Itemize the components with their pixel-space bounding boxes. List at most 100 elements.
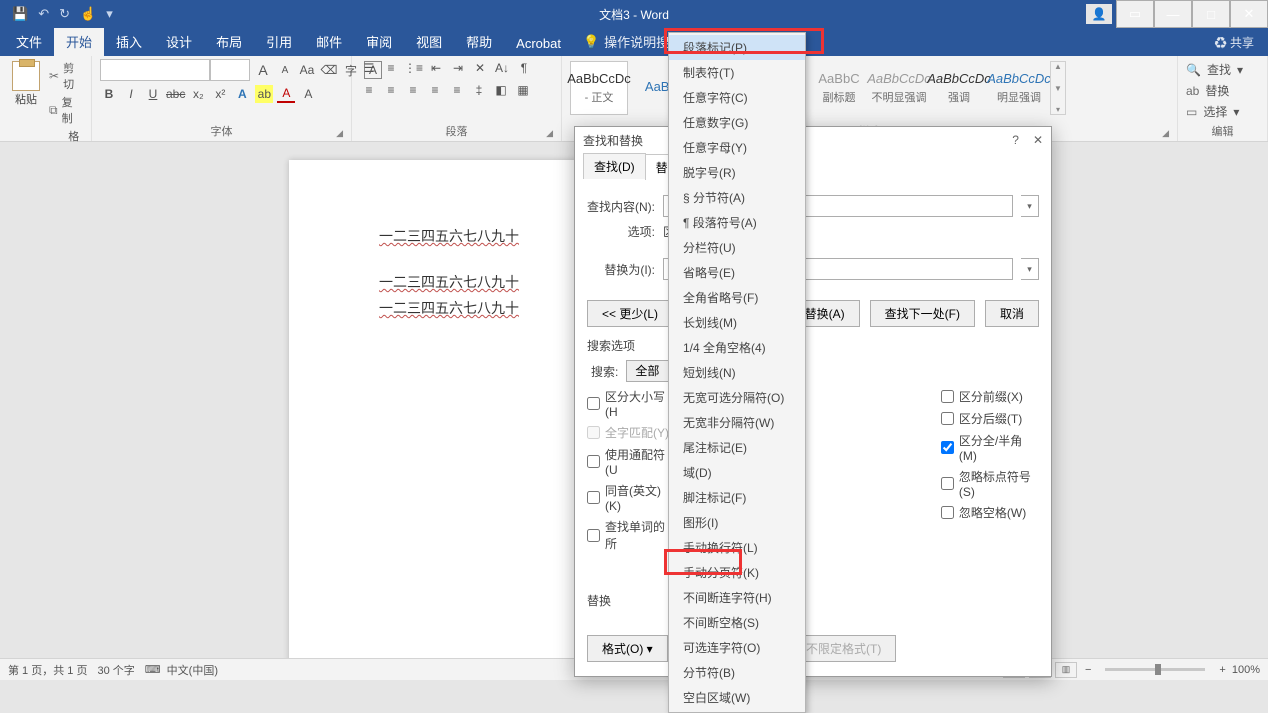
menu-section-char[interactable]: § 分节符(A) bbox=[669, 185, 805, 210]
menu-full-ellipsis[interactable]: 全角省略号(F) bbox=[669, 285, 805, 310]
replace-button[interactable]: ab替换 bbox=[1186, 80, 1259, 101]
dialog-help-button[interactable]: ? bbox=[1012, 133, 1019, 147]
superscript-button[interactable]: x² bbox=[211, 85, 229, 103]
style-normal[interactable]: AaBbCcDc- 正文 bbox=[570, 61, 628, 115]
tab-acrobat[interactable]: Acrobat bbox=[504, 31, 573, 56]
tab-home[interactable]: 开始 bbox=[54, 27, 104, 56]
save-icon[interactable]: 💾 bbox=[12, 6, 28, 22]
maximize-button[interactable]: □ bbox=[1192, 0, 1230, 28]
styles-scroll[interactable]: ▲▼▾ bbox=[1050, 61, 1066, 115]
format-button[interactable]: 格式(O) ▾ bbox=[587, 635, 668, 662]
style-subtitle[interactable]: AaBbC副标题 bbox=[810, 61, 868, 115]
tab-layout[interactable]: 布局 bbox=[204, 27, 254, 56]
ribbon-display-icon[interactable]: ▭ bbox=[1116, 0, 1154, 28]
cut-button[interactable]: ✂剪切 bbox=[49, 59, 83, 93]
tab-file[interactable]: 文件 bbox=[4, 27, 54, 56]
tab-view[interactable]: 视图 bbox=[404, 27, 454, 56]
font-name-combo[interactable] bbox=[100, 59, 250, 81]
menu-nowidth-optional-break[interactable]: 无宽可选分隔符(O) bbox=[669, 385, 805, 410]
chk-all-forms[interactable]: 查找单词的所 bbox=[587, 518, 671, 552]
menu-white-space[interactable]: 空白区域(W) bbox=[669, 685, 805, 710]
decrease-indent-button[interactable]: ⇤ bbox=[427, 59, 445, 77]
highlight-button[interactable]: ab bbox=[255, 85, 273, 103]
style-emphasis[interactable]: AaBbCcDc强调 bbox=[930, 61, 988, 115]
italic-button[interactable]: I bbox=[122, 85, 140, 103]
menu-manual-line-break[interactable]: 手动换行符(L) bbox=[669, 535, 805, 560]
subscript-button[interactable]: x₂ bbox=[189, 85, 207, 103]
chk-suffix[interactable]: 区分后缀(T) bbox=[941, 410, 1039, 427]
select-button[interactable]: ▭选择 ▾ bbox=[1186, 101, 1259, 122]
replace-dropdown-icon[interactable]: ▾ bbox=[1021, 258, 1039, 280]
zoom-in-button[interactable]: + bbox=[1219, 664, 1225, 676]
undo-icon[interactable]: ↶ bbox=[38, 6, 49, 22]
menu-endnote-mark[interactable]: 尾注标记(E) bbox=[669, 435, 805, 460]
zoom-out-button[interactable]: − bbox=[1085, 664, 1091, 676]
chk-wildcards[interactable]: 使用通配符(U bbox=[587, 446, 671, 477]
web-layout-button[interactable]: ▥ bbox=[1055, 662, 1077, 678]
menu-field[interactable]: 域(D) bbox=[669, 460, 805, 485]
char-shading-button[interactable]: A bbox=[299, 85, 317, 103]
qat-customize-icon[interactable]: ▾ bbox=[106, 6, 113, 22]
line-spacing-button[interactable]: ‡ bbox=[470, 81, 488, 99]
tab-help[interactable]: 帮助 bbox=[454, 27, 504, 56]
menu-any-digit[interactable]: 任意数字(G) bbox=[669, 110, 805, 135]
menu-en-dash[interactable]: 短划线(N) bbox=[669, 360, 805, 385]
menu-manual-page-break[interactable]: 手动分页符(K) bbox=[669, 560, 805, 585]
close-button[interactable]: ✕ bbox=[1230, 0, 1268, 28]
cancel-button[interactable]: 取消 bbox=[985, 300, 1039, 327]
tab-references[interactable]: 引用 bbox=[254, 27, 304, 56]
chk-ignore-punct[interactable]: 忽略标点符号(S) bbox=[941, 468, 1039, 499]
shading-button[interactable]: ◧ bbox=[492, 81, 510, 99]
increase-indent-button[interactable]: ⇥ bbox=[449, 59, 467, 77]
styles-launcher-icon[interactable]: ◢ bbox=[1162, 128, 1169, 139]
multilevel-button[interactable]: ⋮≡ bbox=[404, 59, 423, 77]
numbering-button[interactable]: ≡ bbox=[382, 59, 400, 77]
page-status[interactable]: 第 1 页，共 1 页 bbox=[8, 662, 87, 678]
menu-ellipsis[interactable]: 省略号(E) bbox=[669, 260, 805, 285]
dialog-tab-find[interactable]: 查找(D) bbox=[583, 153, 646, 179]
borders-button[interactable]: ▦ bbox=[514, 81, 532, 99]
find-dropdown-icon[interactable]: ▾ bbox=[1021, 195, 1039, 217]
paste-button[interactable]: 粘贴 bbox=[8, 59, 44, 109]
chk-ignore-space[interactable]: 忽略空格(W) bbox=[941, 504, 1039, 521]
tab-review[interactable]: 审阅 bbox=[354, 27, 404, 56]
find-button[interactable]: 🔍查找 ▾ bbox=[1186, 59, 1259, 80]
copy-button[interactable]: ⧉复制 bbox=[49, 93, 83, 127]
menu-em-dash[interactable]: 长划线(M) bbox=[669, 310, 805, 335]
touch-mode-icon[interactable]: ☝ bbox=[80, 6, 96, 22]
menu-footnote-mark[interactable]: 脚注标记(F) bbox=[669, 485, 805, 510]
minimize-button[interactable]: — bbox=[1154, 0, 1192, 28]
change-case-button[interactable]: Aa bbox=[298, 61, 316, 79]
text-effects-button[interactable]: A bbox=[233, 85, 251, 103]
justify-button[interactable]: ≡ bbox=[426, 81, 444, 99]
font-size-input[interactable] bbox=[210, 59, 250, 81]
menu-any-char[interactable]: 任意字符(C) bbox=[669, 85, 805, 110]
bullets-button[interactable]: ☰ bbox=[360, 59, 378, 77]
redo-icon[interactable]: ↻ bbox=[59, 6, 70, 22]
tab-design[interactable]: 设计 bbox=[154, 27, 204, 56]
asian-layout-button[interactable]: ✕ bbox=[471, 59, 489, 77]
share-button[interactable]: ♻ 共享 bbox=[1201, 29, 1268, 56]
dialog-close-button[interactable]: ✕ bbox=[1033, 133, 1043, 147]
style-intense-emphasis[interactable]: AaBbCcDc明显强调 bbox=[990, 61, 1048, 115]
align-center-button[interactable]: ≡ bbox=[382, 81, 400, 99]
menu-nonbreak-space[interactable]: 不间断空格(S) bbox=[669, 610, 805, 635]
user-avatar[interactable]: 👤 bbox=[1086, 4, 1112, 24]
chk-prefix[interactable]: 区分前缀(X) bbox=[941, 388, 1039, 405]
menu-column-break[interactable]: 分栏符(U) bbox=[669, 235, 805, 260]
language-status[interactable]: 中文(中国) bbox=[167, 662, 218, 678]
zoom-level[interactable]: 100% bbox=[1232, 664, 1260, 676]
chk-full-half[interactable]: 区分全/半角(M) bbox=[941, 432, 1039, 463]
menu-nowidth-nonbreak[interactable]: 无宽非分隔符(W) bbox=[669, 410, 805, 435]
align-right-button[interactable]: ≡ bbox=[404, 81, 422, 99]
menu-optional-hyphen[interactable]: 可选连字符(O) bbox=[669, 635, 805, 660]
font-launcher-icon[interactable]: ◢ bbox=[336, 128, 343, 139]
sort-button[interactable]: A↓ bbox=[493, 59, 511, 77]
strikethrough-button[interactable]: abc bbox=[166, 85, 185, 103]
menu-any-letter[interactable]: 任意字母(Y) bbox=[669, 135, 805, 160]
style-subtle-emphasis[interactable]: AaBbCcDc不明显强调 bbox=[870, 61, 928, 115]
chk-sounds-like[interactable]: 同音(英文)(K) bbox=[587, 482, 671, 513]
menu-caret[interactable]: 脱字号(R) bbox=[669, 160, 805, 185]
menu-graphic[interactable]: 图形(I) bbox=[669, 510, 805, 535]
menu-section-break[interactable]: 分节符(B) bbox=[669, 660, 805, 685]
